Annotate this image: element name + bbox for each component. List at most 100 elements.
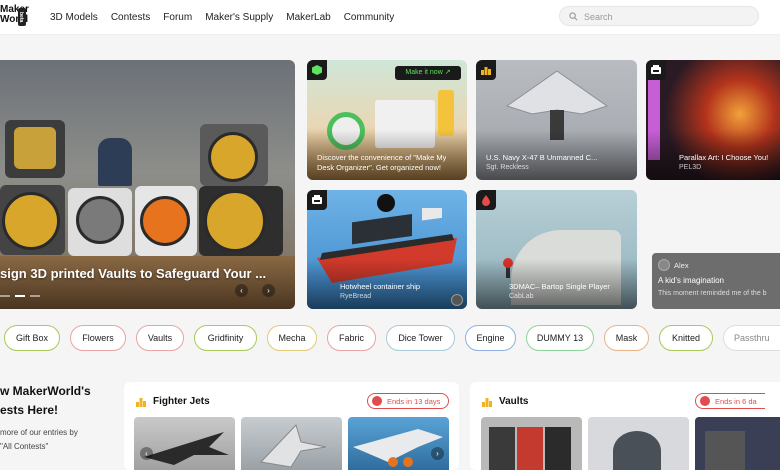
comment-body: This moment reminded me of the b (658, 290, 767, 297)
card-title-line2: Desk Organizer". Get organized now! (317, 163, 441, 172)
tag-mask[interactable]: Mask (604, 325, 649, 351)
featured-card-parallax-art[interactable]: Parallax Art: I Choose You! PEL3D (646, 60, 780, 180)
carousel-next-button[interactable]: › (262, 284, 275, 297)
card-author: Sgt. Reckless (486, 164, 529, 171)
contest-deadline: Ends in 6 da (715, 396, 757, 406)
contest-title[interactable]: Vaults (499, 396, 528, 407)
podium-icon (481, 67, 491, 75)
nav-contests[interactable]: Contests (111, 12, 150, 23)
printer-icon (651, 65, 661, 74)
contest-title[interactable]: Fighter Jets (153, 396, 210, 407)
card-badge (476, 190, 496, 210)
carousel-prev-button[interactable]: ‹ (140, 447, 153, 460)
user-avatar[interactable] (451, 294, 463, 306)
search-box[interactable] (559, 6, 759, 26)
nav-makerlab[interactable]: MakerLab (286, 12, 330, 23)
vault-image (14, 127, 56, 169)
vault-dial (76, 196, 124, 244)
drop-icon (482, 195, 490, 206)
featured-card-container-ship[interactable]: Hotwheel container ship RyeBread (307, 190, 467, 309)
tag-dummy-13[interactable]: DUMMY 13 (526, 325, 594, 351)
printer-icon (312, 195, 322, 204)
carousel-prev-button[interactable]: ‹ (235, 284, 248, 297)
vault-image (489, 427, 515, 470)
cube-icon (312, 65, 322, 75)
nav-forum[interactable]: Forum (163, 12, 192, 23)
hero-shelf (0, 256, 295, 309)
comment-user: Alex (674, 261, 689, 270)
community-comment[interactable]: Alex A kid's imagination This moment rem… (652, 253, 780, 309)
card-author: RyeBread (340, 293, 372, 300)
card-author: PEL3D (679, 164, 702, 171)
contest-entry-thumbnail[interactable]: › (348, 417, 449, 470)
contest-intro: w MakerWorld's ests Here! more of our en… (0, 382, 120, 454)
tag-bar: Gift Box Flowers Vaults Gridfinity Mecha… (0, 325, 780, 351)
vault-image (613, 431, 661, 470)
carousel-dot[interactable] (30, 295, 40, 297)
beta-badge: beta (18, 8, 26, 26)
vault-image (705, 431, 745, 470)
jet-image (259, 424, 327, 468)
featured-card-x47b[interactable]: U.S. Navy X-47 B Unmanned C... Sgt. Reck… (476, 60, 637, 180)
contest-entry-thumbnail[interactable] (695, 417, 780, 470)
card-title: Discover the convenience of "Make My (317, 153, 447, 162)
card-badge (646, 60, 666, 80)
contest-intro-heading-2: ests Here! (0, 403, 59, 417)
tag-passthru[interactable]: Passthru (723, 325, 780, 351)
card-title: Parallax Art: I Choose You! (679, 153, 769, 162)
top-header: Maker World beta 3D Models Contests Foru… (0, 0, 780, 35)
tag-gift-box[interactable]: Gift Box (4, 325, 60, 351)
podium-icon (136, 398, 146, 407)
tag-gridfinity[interactable]: Gridfinity (194, 325, 257, 351)
card-title: Hotwheel container ship (340, 282, 421, 291)
contest-intro-text-2[interactable]: "All Contests" (0, 440, 120, 454)
vault-image (545, 427, 571, 470)
card-badge (307, 190, 327, 210)
card-title: 3DMAC– Bartop Single Player (509, 282, 610, 291)
contest-deadline-badge: Ends in 13 days (367, 393, 450, 409)
tag-mecha[interactable]: Mecha (267, 325, 317, 351)
profile-image (377, 194, 395, 212)
contest-entry-thumbnail[interactable] (588, 417, 689, 470)
carousel-dot-active[interactable] (15, 295, 25, 297)
tag-dice-tower[interactable]: Dice Tower (386, 325, 455, 351)
tag-fabric[interactable]: Fabric (327, 325, 376, 351)
tag-vaults[interactable]: Vaults (136, 325, 184, 351)
card-title: U.S. Navy X-47 B Unmanned C... (486, 153, 598, 162)
tag-flowers[interactable]: Flowers (70, 325, 126, 351)
nav-community[interactable]: Community (344, 12, 395, 23)
featured-card-bartop-arcade[interactable]: 3DMAC– Bartop Single Player CabLab (476, 190, 637, 309)
contest-deadline-badge: Ends in 6 da (695, 393, 765, 409)
nav-3d-models[interactable]: 3D Models (50, 12, 98, 23)
contest-entry-thumbnail[interactable]: ‹ (134, 417, 235, 470)
search-input[interactable] (584, 9, 754, 24)
vault-dial (208, 132, 258, 182)
jet-image (144, 432, 229, 465)
carousel-dots (0, 295, 40, 297)
card-author: CabLab (509, 293, 534, 300)
vault-image (517, 427, 543, 470)
vault-dial (2, 192, 60, 250)
vault-dial (204, 190, 266, 252)
podium-icon (482, 398, 492, 407)
tag-engine[interactable]: Engine (465, 325, 516, 351)
search-icon (569, 12, 578, 21)
contest-entry-thumbnail[interactable] (241, 417, 342, 470)
user-avatar (658, 259, 670, 271)
nav-makers-supply[interactable]: Maker's Supply (205, 12, 273, 23)
card-badge (307, 60, 327, 80)
tag-knitted[interactable]: Knitted (659, 325, 713, 351)
contest-deadline: Ends in 13 days (387, 396, 441, 406)
makerworld-logo[interactable]: Maker World beta (0, 5, 29, 27)
main-nav: 3D Models Contests Forum Maker's Supply … (50, 0, 407, 35)
fire-icon (700, 396, 710, 406)
jet-image (353, 429, 443, 467)
hero-title[interactable]: sign 3D printed Vaults to Safeguard Your… (0, 266, 290, 281)
carousel-dot[interactable] (0, 295, 10, 297)
vault-dial (140, 196, 190, 246)
carousel-next-button[interactable]: › (431, 447, 444, 460)
vault-image (98, 138, 132, 186)
contest-entry-thumbnail[interactable] (481, 417, 582, 470)
contest-intro-heading-1: w MakerWorld's (0, 384, 91, 398)
make-it-now-button[interactable]: Make it now ↗ (395, 66, 461, 80)
